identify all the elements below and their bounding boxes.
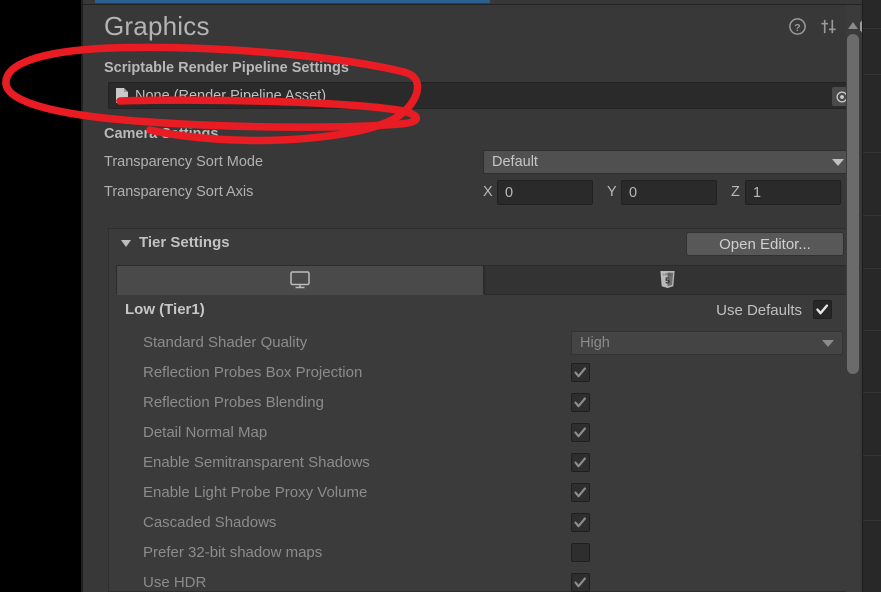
property-label: Enable Semitransparent Shadows bbox=[143, 454, 370, 471]
vertical-scrollbar-thumb[interactable] bbox=[847, 34, 859, 374]
screenshot-root: Graphics ? Scriptable Render Pipeline Se… bbox=[0, 0, 881, 592]
tier-content: Low (Tier1) Use Defaults Standard Shader… bbox=[116, 295, 850, 592]
monitor-icon bbox=[290, 271, 310, 289]
property-label: Reflection Probes Blending bbox=[143, 394, 324, 411]
property-label: Standard Shader Quality bbox=[143, 334, 308, 351]
help-icon[interactable]: ? bbox=[788, 17, 807, 36]
tier-settings-title: Tier Settings bbox=[139, 234, 230, 251]
adjacent-panel-sliver bbox=[862, 0, 881, 592]
tier-settings-panel: Tier Settings Open Editor... 5 HTML Low … bbox=[108, 228, 856, 592]
check-icon bbox=[574, 577, 586, 588]
axis-x-input[interactable]: 0 bbox=[497, 180, 593, 205]
use-defaults-label: Use Defaults bbox=[716, 302, 802, 319]
axis-y-input[interactable]: 0 bbox=[621, 180, 717, 205]
window-header: Graphics ? bbox=[83, 5, 881, 47]
property-checkbox bbox=[571, 543, 590, 562]
property-checkbox bbox=[571, 423, 590, 442]
check-icon bbox=[816, 304, 829, 315]
check-icon bbox=[574, 517, 586, 528]
page-title: Graphics bbox=[104, 11, 210, 41]
property-label: Enable Light Probe Proxy Volume bbox=[143, 484, 368, 501]
axis-y-label: Y bbox=[607, 184, 617, 200]
property-checkbox bbox=[571, 393, 590, 412]
svg-text:HTML: HTML bbox=[663, 272, 671, 276]
axis-z-label: Z bbox=[731, 184, 740, 200]
tab-webgl[interactable]: 5 HTML bbox=[484, 265, 850, 295]
tier-name-label: Low (Tier1) bbox=[125, 301, 205, 318]
transparency-sort-mode-label: Transparency Sort Mode bbox=[104, 154, 264, 170]
transparency-sort-mode-value: Default bbox=[492, 154, 538, 170]
render-pipeline-asset-value: None (Render Pipeline Asset) bbox=[135, 87, 327, 104]
property-dropdown: High bbox=[571, 331, 843, 355]
platform-tab-bar: 5 HTML bbox=[116, 265, 850, 295]
property-label: Prefer 32-bit shadow maps bbox=[143, 544, 323, 561]
camera-section-label: Camera Settings bbox=[104, 126, 219, 142]
check-icon bbox=[574, 457, 586, 468]
active-tab-accent bbox=[95, 0, 490, 3]
transparency-sort-axis-label: Transparency Sort Axis bbox=[104, 184, 254, 200]
property-dropdown-value: High bbox=[580, 335, 610, 351]
svg-text:?: ? bbox=[794, 23, 800, 34]
svg-text:5: 5 bbox=[665, 276, 670, 286]
property-checkbox bbox=[571, 363, 590, 382]
axis-x-label: X bbox=[483, 184, 493, 200]
property-label: Detail Normal Map bbox=[143, 424, 268, 441]
graphics-settings-window: Graphics ? Scriptable Render Pipeline Se… bbox=[81, 0, 881, 592]
transparency-sort-mode-dropdown[interactable]: Default bbox=[483, 150, 853, 174]
preset-sliders-icon[interactable] bbox=[819, 17, 838, 36]
render-pipeline-asset-field[interactable]: None (Render Pipeline Asset) bbox=[108, 82, 856, 109]
property-label: Cascaded Shadows bbox=[143, 514, 277, 531]
chevron-down-icon bbox=[822, 340, 834, 347]
open-editor-button[interactable]: Open Editor... bbox=[686, 232, 844, 256]
axis-z-input[interactable]: 1 bbox=[745, 180, 841, 205]
property-checkbox bbox=[571, 453, 590, 472]
property-checkbox bbox=[571, 513, 590, 532]
document-icon bbox=[116, 88, 128, 103]
use-defaults-checkbox[interactable] bbox=[813, 300, 832, 319]
srp-section-label: Scriptable Render Pipeline Settings bbox=[104, 60, 349, 76]
scroll-up-arrow-icon[interactable] bbox=[848, 22, 858, 29]
property-checkbox bbox=[571, 483, 590, 502]
property-checkbox bbox=[571, 573, 590, 592]
check-icon bbox=[574, 367, 586, 378]
html5-icon: 5 HTML bbox=[659, 271, 675, 288]
check-icon bbox=[574, 487, 586, 498]
foldout-triangle-icon[interactable] bbox=[121, 240, 131, 247]
chevron-down-icon bbox=[832, 159, 844, 166]
check-icon bbox=[574, 397, 586, 408]
property-label: Reflection Probes Box Projection bbox=[143, 364, 363, 381]
property-label: Use HDR bbox=[143, 574, 207, 591]
tier-settings-header: Tier Settings Open Editor... bbox=[109, 229, 855, 259]
tab-standalone[interactable] bbox=[116, 265, 484, 295]
check-icon bbox=[574, 427, 586, 438]
